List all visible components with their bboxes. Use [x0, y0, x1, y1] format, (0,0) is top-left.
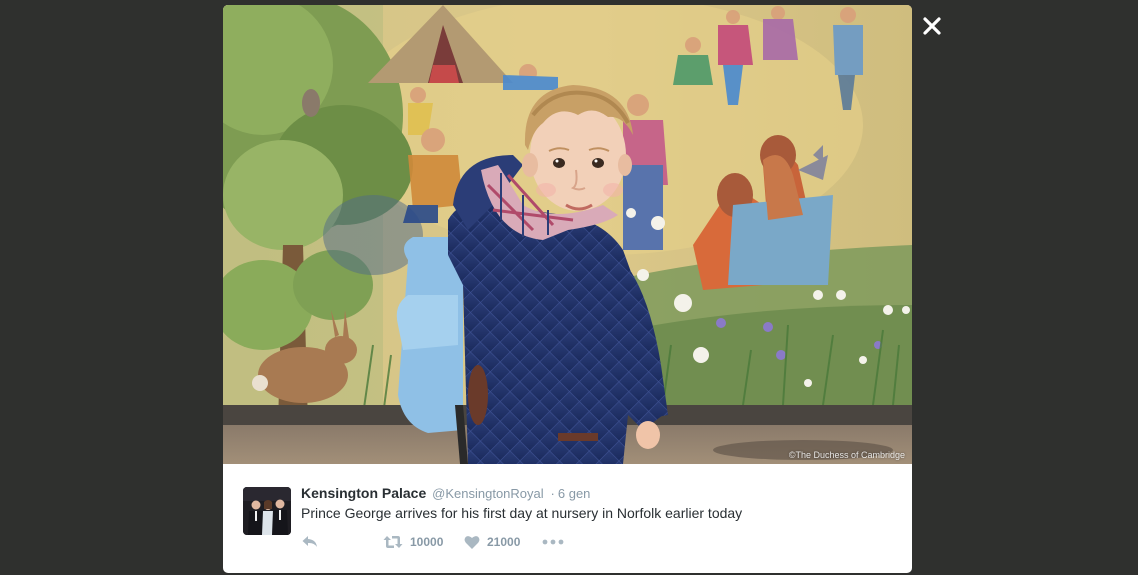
retweet-icon	[383, 536, 403, 548]
tweet-actions: 10000 21000	[301, 533, 701, 551]
more-button[interactable]	[542, 533, 564, 551]
tweet-photo[interactable]: ©The Duchess of Cambridge	[223, 5, 912, 464]
reply-icon	[302, 536, 317, 547]
separator-dot: ·	[550, 486, 555, 501]
like-button[interactable]: 21000	[464, 533, 520, 551]
avatar-image	[243, 487, 291, 535]
reply-button[interactable]	[301, 533, 319, 551]
retweet-button[interactable]: 10000	[383, 533, 443, 551]
heart-icon	[464, 535, 480, 549]
avatar[interactable]	[243, 487, 291, 535]
display-name[interactable]: Kensington Palace	[301, 485, 426, 501]
close-button[interactable]	[918, 12, 946, 40]
timestamp[interactable]: 6 gen	[558, 486, 591, 501]
more-dots-icon	[542, 539, 564, 545]
like-count: 21000	[487, 535, 521, 549]
photo-credit: ©The Duchess of Cambridge	[788, 450, 905, 460]
tweet-text: Prince George arrives for his first day …	[301, 505, 743, 521]
close-icon	[923, 17, 941, 35]
media-modal: ©The Duchess of Cambridge Kensington Pal…	[223, 5, 912, 573]
retweet-count: 10000	[410, 535, 444, 549]
photo-illustration	[223, 5, 912, 464]
lightbox-overlay[interactable]: ©The Duchess of Cambridge Kensington Pal…	[0, 0, 1138, 575]
tweet-card: Kensington Palace @KensingtonRoyal · 6 ge…	[223, 464, 912, 573]
tweet-header: Kensington Palace @KensingtonRoyal · 6 ge…	[301, 485, 590, 501]
screen-name[interactable]: @KensingtonRoyal	[432, 486, 543, 501]
